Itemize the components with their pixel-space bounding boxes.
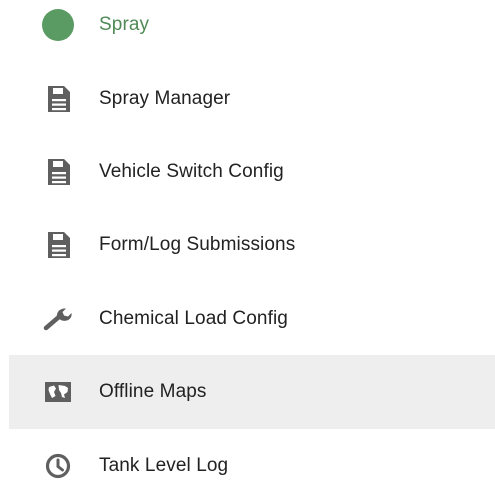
map-icon [40, 374, 76, 410]
menu-item-form-log-submissions[interactable]: Form/Log Submissions [9, 208, 495, 282]
circle-icon [40, 7, 76, 43]
menu-item-label: Spray Manager [99, 88, 231, 109]
menu-item-chemical-load-config[interactable]: Chemical Load Config [9, 282, 495, 356]
menu-item-label: Vehicle Switch Config [99, 161, 284, 182]
save-icon [40, 227, 76, 263]
menu-item-spray[interactable]: Spray [9, 0, 495, 62]
clock-icon [40, 448, 76, 484]
save-icon [40, 154, 76, 190]
menu-item-vehicle-switch-config[interactable]: Vehicle Switch Config [9, 135, 495, 209]
menu-item-label: Chemical Load Config [99, 308, 288, 329]
save-icon [40, 81, 76, 117]
navigation-menu: Spray Spray Manager Vehicle Switch Confi [0, 0, 495, 482]
menu-item-label: Form/Log Submissions [99, 234, 296, 255]
menu-item-label: Tank Level Log [99, 455, 229, 476]
menu-item-tank-level-log[interactable]: Tank Level Log [9, 429, 495, 503]
menu-item-label: Spray [99, 14, 150, 35]
menu-item-offline-maps[interactable]: Offline Maps [9, 355, 495, 429]
menu-item-label: Offline Maps [99, 381, 207, 402]
wrench-icon [40, 301, 76, 337]
menu-item-spray-manager[interactable]: Spray Manager [9, 62, 495, 136]
